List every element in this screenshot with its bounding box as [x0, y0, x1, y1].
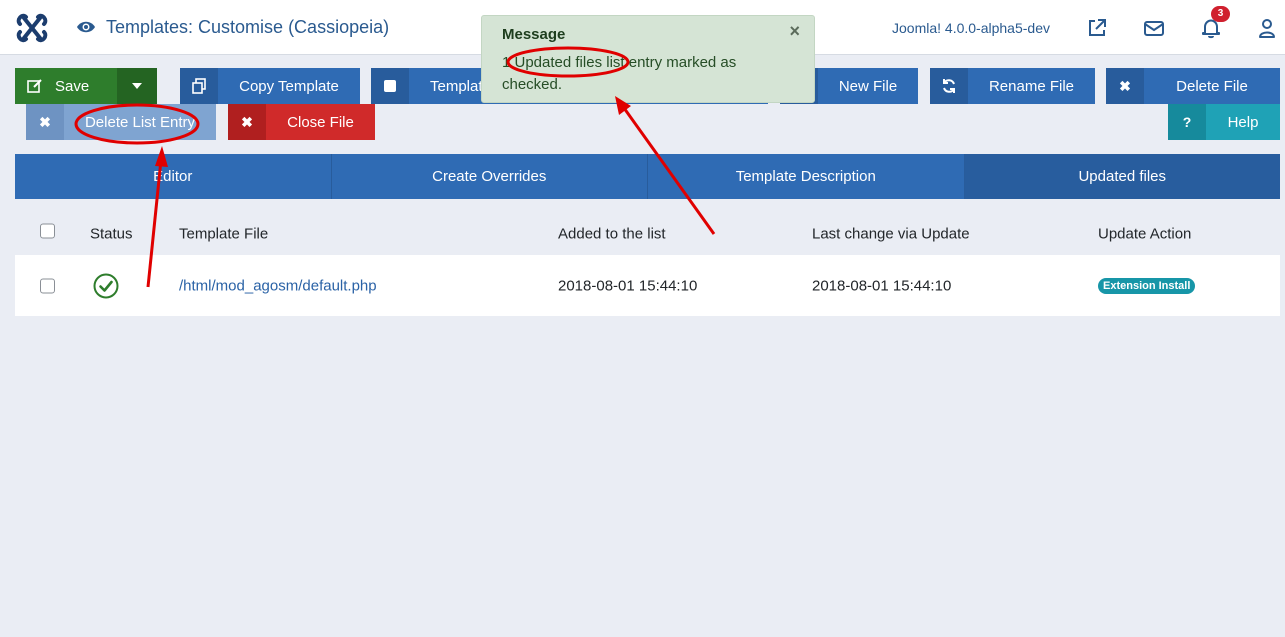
- save-label: Save: [55, 77, 90, 95]
- message-alert: Message × 1 Updated files list entry mar…: [481, 15, 815, 103]
- eye-icon: [77, 21, 95, 33]
- page-title: Templates: Customise (Cassiopeia): [106, 17, 390, 37]
- table-header: Status Template File Added to the list L…: [15, 213, 1280, 255]
- column-header-template-file: Template File: [179, 225, 269, 243]
- tab-editor[interactable]: Editor: [15, 154, 332, 199]
- external-link-icon[interactable]: [1086, 17, 1108, 39]
- square-icon: [371, 68, 409, 104]
- row-checkbox[interactable]: [40, 278, 55, 293]
- tab-updated-files[interactable]: Updated files: [964, 154, 1280, 199]
- times-icon: ✖: [1106, 68, 1144, 104]
- select-all-checkbox[interactable]: [40, 223, 55, 239]
- times-icon: ✖: [228, 104, 266, 140]
- tab-bar: Editor Create Overrides Template Descrip…: [15, 154, 1280, 199]
- notification-badge: 3: [1211, 6, 1230, 22]
- edit-icon: [15, 78, 55, 94]
- delete-list-entry-button[interactable]: ✖ Delete List Entry: [26, 104, 216, 140]
- last-change-date: 2018-08-01 15:44:10: [812, 277, 952, 294]
- copy-template-label: Copy Template: [239, 77, 339, 95]
- update-action-badge: Extension Install: [1098, 277, 1196, 294]
- close-icon[interactable]: ×: [789, 21, 800, 42]
- delete-file-label: Delete File: [1176, 77, 1248, 95]
- version-label: Joomla! 4.0.0-alpha5-dev: [892, 20, 1050, 36]
- rename-file-label: Rename File: [988, 77, 1075, 95]
- help-label: Help: [1227, 113, 1259, 131]
- save-dropdown-toggle[interactable]: [117, 68, 157, 104]
- new-file-label: New File: [838, 77, 898, 95]
- save-button[interactable]: Save: [15, 68, 117, 104]
- rename-file-button[interactable]: Rename File: [930, 68, 1095, 104]
- joomla-logo-icon[interactable]: [14, 10, 50, 46]
- updated-files-table: Status Template File Added to the list L…: [15, 213, 1280, 316]
- delete-file-button[interactable]: ✖ Delete File: [1106, 68, 1280, 104]
- table-row: /html/mod_agosm/default.php 2018-08-01 1…: [15, 255, 1280, 316]
- mail-icon[interactable]: [1143, 17, 1165, 39]
- added-date: 2018-08-01 15:44:10: [558, 277, 698, 294]
- refresh-icon: [930, 68, 968, 104]
- check-circle-icon[interactable]: [93, 273, 119, 299]
- question-icon: ?: [1168, 104, 1206, 140]
- column-header-status: Status: [90, 225, 133, 243]
- template-file-link[interactable]: /html/mod_agosm/default.php: [179, 277, 377, 294]
- tab-template-description[interactable]: Template Description: [648, 154, 965, 199]
- user-icon[interactable]: [1256, 17, 1278, 39]
- copy-template-button[interactable]: Copy Template: [180, 68, 360, 104]
- copy-icon: [180, 68, 218, 104]
- times-icon: ✖: [26, 104, 64, 140]
- close-file-button[interactable]: ✖ Close File: [228, 104, 375, 140]
- save-button-group: Save: [15, 68, 157, 104]
- help-button[interactable]: ? Help: [1168, 104, 1280, 140]
- close-file-label: Close File: [287, 113, 354, 131]
- column-header-added: Added to the list: [558, 225, 666, 243]
- column-header-last-change: Last change via Update: [812, 225, 970, 243]
- delete-list-entry-label: Delete List Entry: [84, 113, 196, 131]
- column-header-update-action: Update Action: [1098, 225, 1192, 243]
- caret-down-icon: [132, 83, 142, 89]
- message-title: Message: [502, 26, 566, 43]
- message-text: 1 Updated files list entry marked as che…: [502, 54, 737, 93]
- tab-create-overrides[interactable]: Create Overrides: [332, 154, 648, 199]
